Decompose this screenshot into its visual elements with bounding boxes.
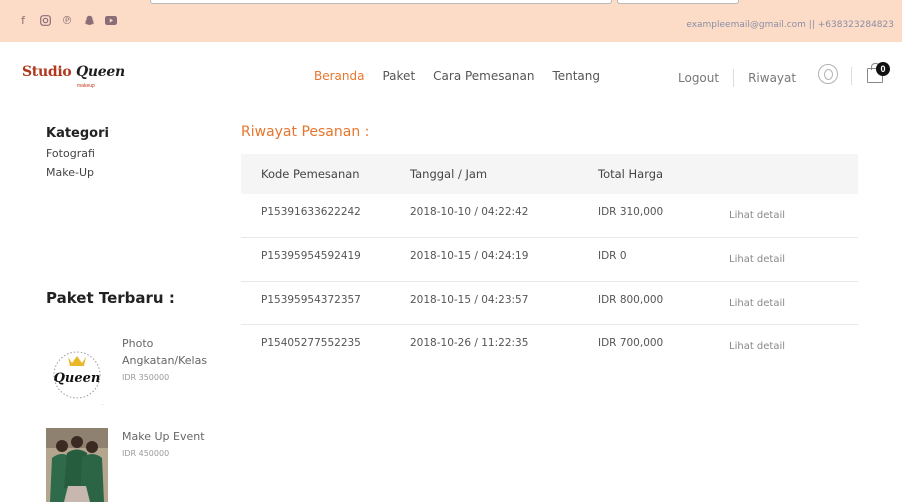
svg-text:...: ... xyxy=(101,401,104,405)
package-thumbnail[interactable] xyxy=(46,428,108,502)
instagram-icon[interactable] xyxy=(38,13,52,27)
order-total: IDR 700,000 xyxy=(598,324,729,368)
table-row: P15395954372357 2018-10-15 / 04:23:57 ID… xyxy=(241,280,858,325)
order-history-table: Kode Pemesanan Tanggal / Jam Total Harga… xyxy=(241,154,858,368)
package-item[interactable]: Make Up Event IDR 450000 xyxy=(46,428,205,502)
order-total: IDR 0 xyxy=(598,237,729,281)
order-code: P15395954592419 xyxy=(241,237,410,281)
brand-tagline: makeup xyxy=(77,83,95,89)
package-thumbnail[interactable]: Queen ... xyxy=(46,335,108,406)
nav-divider xyxy=(851,67,852,85)
table-row: P15391633622242 2018-10-10 / 04:22:42 ID… xyxy=(241,194,858,238)
view-detail-link[interactable]: Lihat detail xyxy=(729,280,858,325)
nav-paket[interactable]: Paket xyxy=(382,69,415,83)
logout-link[interactable]: Logout xyxy=(678,71,719,85)
main-nav: Beranda Paket Cara Pemesanan Tentang xyxy=(314,69,618,83)
package-info: Photo Angkatan/Kelas IDR 350000 xyxy=(122,335,207,405)
top-bar: f ℗ exampleemail@gmail.com || +638323284… xyxy=(0,0,902,42)
riwayat-link[interactable]: Riwayat xyxy=(748,71,796,85)
browser-address-field xyxy=(150,0,612,4)
table-row: P15395954592419 2018-10-15 / 04:24:19 ID… xyxy=(241,237,858,281)
snapchat-icon[interactable] xyxy=(82,13,96,27)
order-datetime: 2018-10-26 / 11:22:35 xyxy=(410,324,598,368)
youtube-icon[interactable] xyxy=(104,13,118,27)
contact-info: exampleemail@gmail.com || +638323284823 xyxy=(686,20,894,30)
order-code: P15405277552235 xyxy=(241,324,410,368)
column-header-kode: Kode Pemesanan xyxy=(241,154,410,194)
package-price: IDR 450000 xyxy=(122,449,170,458)
order-code: P15395954372357 xyxy=(241,280,410,325)
view-detail-link[interactable]: Lihat detail xyxy=(729,324,858,368)
nav-cara-pemesanan[interactable]: Cara Pemesanan xyxy=(433,69,534,83)
column-header-action xyxy=(729,154,858,194)
category-item-makeup[interactable]: Make-Up xyxy=(46,166,226,179)
package-name[interactable]: Make Up Event xyxy=(122,428,205,445)
pinterest-icon[interactable]: ℗ xyxy=(60,13,74,27)
order-history-title: Riwayat Pesanan : xyxy=(241,124,370,140)
brand-name-queen: Queen xyxy=(75,64,125,80)
order-total: IDR 800,000 xyxy=(598,280,729,325)
column-header-total: Total Harga xyxy=(598,154,729,194)
facebook-icon[interactable]: f xyxy=(16,13,30,27)
table-header-row: Kode Pemesanan Tanggal / Jam Total Harga xyxy=(241,154,858,194)
package-price: IDR 350000 xyxy=(122,373,170,382)
package-name[interactable]: Photo xyxy=(122,335,207,352)
user-icon[interactable] xyxy=(818,64,838,84)
view-detail-link[interactable]: Lihat detail xyxy=(729,194,858,238)
order-datetime: 2018-10-15 / 04:24:19 xyxy=(410,237,598,281)
category-sidebar: Kategori Fotografi Make-Up xyxy=(46,126,226,179)
brand-logo[interactable]: Studio Queen xyxy=(22,64,125,80)
navbar: Studio Queen makeup Beranda Paket Cara P… xyxy=(0,42,902,108)
order-total: IDR 310,000 xyxy=(598,206,664,218)
nav-beranda[interactable]: Beranda xyxy=(314,69,364,83)
package-name[interactable]: Angkatan/Kelas xyxy=(122,352,207,369)
order-datetime: 2018-10-10 / 04:22:42 xyxy=(410,206,529,218)
latest-packages-title: Paket Terbaru : xyxy=(46,289,175,307)
table-row: P15405277552235 2018-10-26 / 11:22:35 ID… xyxy=(241,324,858,368)
browser-search-field xyxy=(617,0,739,4)
cart-count-badge: 0 xyxy=(876,62,890,76)
category-item-fotografi[interactable]: Fotografi xyxy=(46,147,226,160)
view-detail-link[interactable]: Lihat detail xyxy=(729,237,858,281)
package-info: Make Up Event IDR 450000 xyxy=(122,428,205,498)
column-header-tanggal: Tanggal / Jam xyxy=(410,154,598,194)
svg-text:Queen: Queen xyxy=(54,371,101,386)
category-title: Kategori xyxy=(46,126,109,141)
nav-tentang[interactable]: Tentang xyxy=(552,69,600,83)
nav-divider xyxy=(733,69,735,87)
brand-name-studio: Studio xyxy=(22,64,72,80)
order-code: P15391633622242 xyxy=(261,206,361,218)
social-links: f ℗ xyxy=(16,13,118,27)
nav-account: Logout Riwayat xyxy=(678,69,796,87)
order-datetime: 2018-10-15 / 04:23:57 xyxy=(410,280,598,325)
package-item[interactable]: Queen ... Photo Angkatan/Kelas IDR 35000… xyxy=(46,335,207,406)
